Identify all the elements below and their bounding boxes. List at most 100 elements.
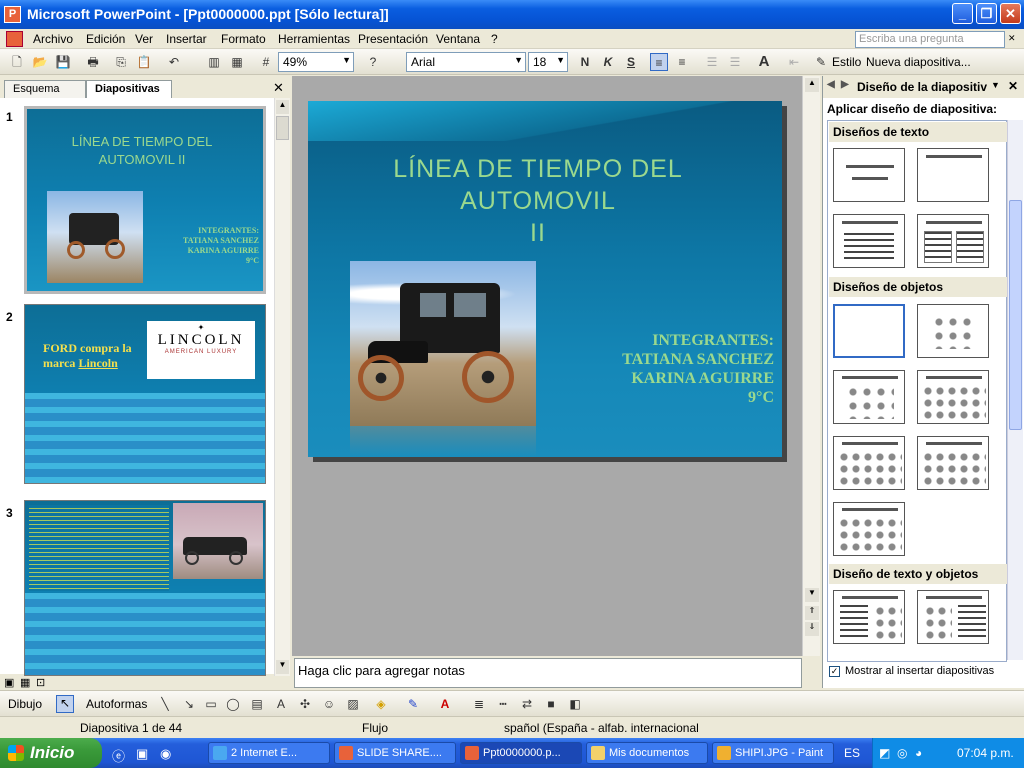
restore-button[interactable]: ❐ [976,3,997,24]
menu-ver[interactable]: Ver [132,31,156,47]
task-pane-scrollbar[interactable] [1007,120,1023,660]
quick-launch-desktop-icon[interactable]: ▣ [136,746,148,762]
shadow-icon[interactable]: ■ [542,695,560,713]
layout-title-content[interactable] [833,370,905,424]
tab-diapositivas[interactable]: Diapositivas [86,80,172,98]
chevron-down-icon[interactable]: ▼ [991,80,1000,90]
input-language[interactable]: ES [844,746,860,760]
menu-herramientas[interactable]: Herramientas [275,31,353,47]
rectangle-icon[interactable]: ▭ [202,695,220,713]
oval-icon[interactable]: ◯ [224,695,242,713]
scroll-down-icon[interactable]: ▼ [805,588,819,602]
normal-view-icon[interactable]: ▣ [4,676,14,689]
show-on-insert-checkbox[interactable]: ✓ [829,666,840,677]
layout-text-content[interactable] [833,590,905,644]
sorter-view-icon[interactable]: ▦ [20,676,30,689]
textbox-icon[interactable]: ▤ [248,695,266,713]
underline-button[interactable]: S [622,53,640,71]
autoshapes-button[interactable]: Autoformas [86,697,147,711]
menu-formato[interactable]: Formato [218,31,269,47]
line-color-icon[interactable]: ✎ [404,695,422,713]
font-select[interactable]: Arial ▼ [406,52,526,72]
lincoln-link[interactable]: Lincoln [78,356,117,370]
clock[interactable]: 07:04 p.m. [957,746,1014,760]
arrow-style-icon[interactable]: ⇄ [518,695,536,713]
tab-esquema[interactable]: Esquema [4,80,86,98]
slide-team-block[interactable]: INTEGRANTES: TATIANA SANCHEZ KARINA AGUI… [622,331,774,407]
thumbnail-scrollbar[interactable]: ▲ ▼ [274,98,290,676]
insert-table-icon[interactable]: ▦ [228,53,246,71]
task-paint[interactable]: SHIPI.JPG - Paint [712,742,834,764]
powerpoint-app-icon[interactable]: P [4,6,21,23]
numbered-list-icon[interactable]: ☰ [703,53,721,71]
ask-question-input[interactable]: Escriba una pregunta [855,31,1005,48]
back-arrow-icon[interactable]: ◀ [827,79,835,90]
task-internet-explorer[interactable]: 2 Internet E... [208,742,330,764]
arrow-icon[interactable]: ↘ [180,695,198,713]
font-color-icon[interactable]: A [436,695,454,713]
slide-thumbnail-2[interactable]: FORD compra la marca Lincoln ✦ LINCOLN A… [24,304,266,484]
menu-edicion[interactable]: Edición [83,31,128,47]
document-icon[interactable] [6,31,23,47]
layout-content-text[interactable] [917,590,989,644]
menu-insertar[interactable]: Insertar [163,31,210,47]
start-button[interactable]: Inicio [0,738,102,768]
fill-color-icon[interactable]: ◈ [372,695,390,713]
clipart-icon[interactable]: ☺ [320,695,338,713]
style-button[interactable]: Estilo [832,55,861,69]
scroll-thumb[interactable] [1009,200,1022,430]
task-my-documents[interactable]: Mis documentos [586,742,708,764]
zoom-select[interactable]: 49% ▼ [278,52,354,72]
scroll-down-icon[interactable]: ▼ [276,660,289,674]
indent-icon[interactable]: ⇤ [785,53,803,71]
notes-field[interactable]: Haga clic para agregar notas [294,658,802,688]
layout-title-content-two[interactable] [833,436,905,490]
3d-style-icon[interactable]: ◧ [566,695,584,713]
close-document-icon[interactable]: ✕ [1008,33,1016,44]
drawing-menu-button[interactable]: Dibujo [8,697,42,711]
line-style-icon[interactable]: ≣ [470,695,488,713]
line-icon[interactable]: ╲ [156,695,174,713]
minimize-button[interactable]: _ [952,3,973,24]
print-icon[interactable]: 🖶 [84,53,102,71]
menu-ventana[interactable]: Ventana [433,31,483,47]
layout-title-slide[interactable] [833,148,905,202]
open-folder-icon[interactable]: 📂 [31,53,49,71]
close-button[interactable]: ✕ [1000,3,1021,24]
slide-thumbnail-1[interactable]: LÍNEA DE TIEMPO DEL AUTOMOVIL II INTEGRA… [24,106,266,294]
model-t-car-image[interactable] [350,261,536,426]
wordart-icon[interactable]: A [272,695,290,713]
insert-chart-icon[interactable]: ▥ [205,53,223,71]
copy-icon[interactable]: ⎘ [112,53,130,71]
tray-security-icon[interactable]: ◎ [897,746,907,760]
quick-launch-media-icon[interactable]: ◉ [160,746,171,762]
increase-font-icon[interactable]: A [755,53,773,71]
layout-content[interactable] [917,304,989,358]
next-slide-icon[interactable]: ⇓ [805,622,819,636]
align-left-icon[interactable]: ≡ [650,53,668,71]
bullet-list-icon[interactable]: ☰ [726,53,744,71]
layout-title-two-content[interactable] [917,370,989,424]
undo-icon[interactable]: ↶ [165,53,183,71]
slide-scrollbar[interactable]: ▲ ▼ ⇑ ⇓ [802,76,820,656]
scroll-thumb[interactable] [276,116,289,140]
layout-blank[interactable] [833,304,905,358]
bold-button[interactable]: N [576,53,594,71]
task-powerpoint-active[interactable]: Ppt0000000.p... [460,742,582,764]
slide-title[interactable]: LÍNEA DE TIEMPO DEL AUTOMOVIL II [368,153,708,249]
save-icon[interactable]: 💾 [54,53,72,71]
layout-two-column-text[interactable] [917,214,989,268]
close-icon[interactable]: ✕ [1008,79,1018,93]
help-assistant-icon[interactable]: ? [364,53,382,71]
previous-slide-icon[interactable]: ⇑ [805,606,819,620]
layout-two-content-title[interactable] [917,436,989,490]
forward-arrow-icon[interactable]: ▶ [841,79,849,90]
layout-title-text[interactable] [833,214,905,268]
new-slide-button[interactable]: Nueva diapositiva... [866,55,971,69]
tray-volume-icon[interactable]: ◕ [915,746,922,760]
align-center-icon[interactable]: ≡ [673,53,691,71]
new-file-icon[interactable]: 🗋 [8,53,26,71]
italic-button[interactable]: K [599,53,617,71]
grid-icon[interactable]: # [257,53,275,71]
quick-launch-ie-icon[interactable]: ⓔ [112,746,125,765]
